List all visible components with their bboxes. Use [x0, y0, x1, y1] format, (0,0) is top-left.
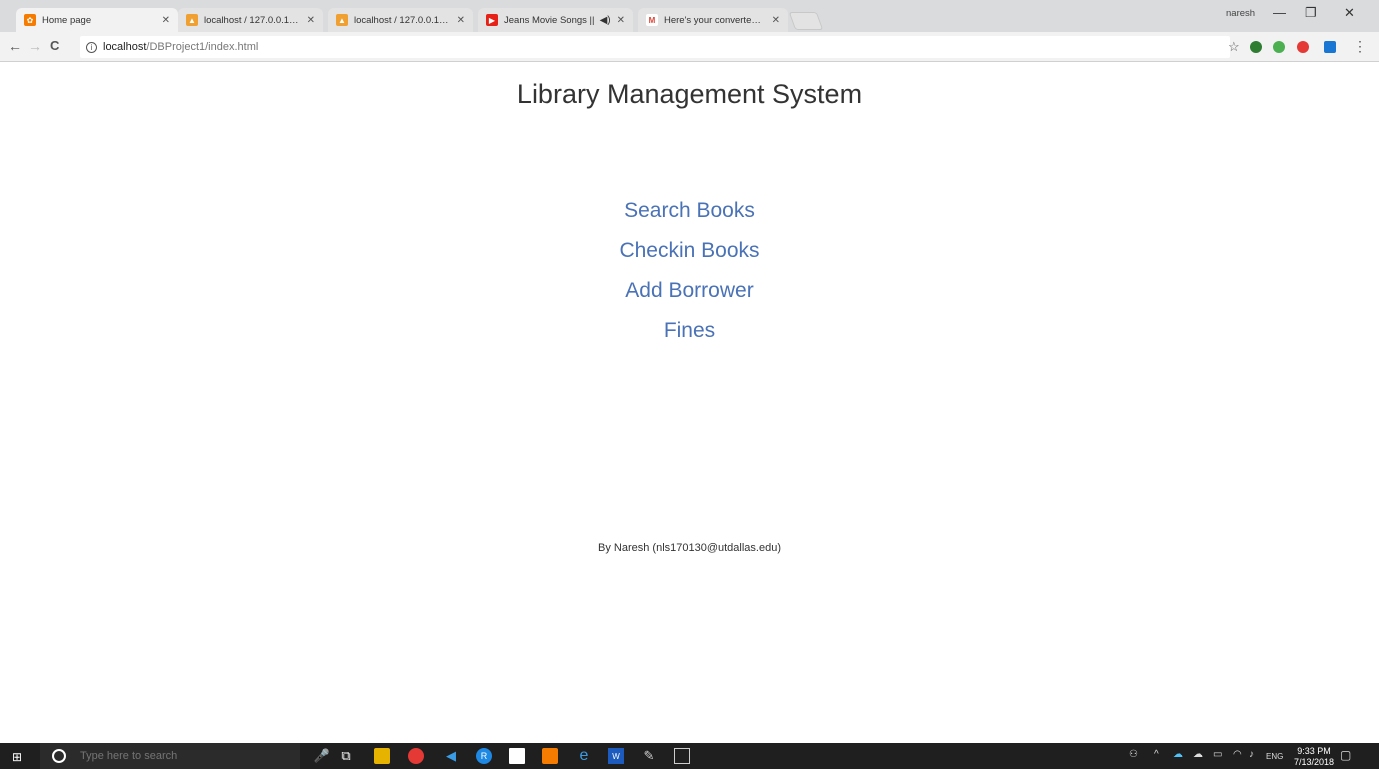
close-tab-icon[interactable]: ✕: [617, 15, 625, 26]
profile-name[interactable]: naresh: [1226, 8, 1255, 19]
tab-title: localhost / 127.0.0.1 / bo: [204, 14, 301, 26]
cortana-icon[interactable]: [52, 749, 66, 763]
minimize-icon[interactable]: —: [1273, 5, 1286, 20]
url-host: localhost: [103, 41, 147, 53]
file-explorer-icon[interactable]: [374, 748, 390, 764]
phpmyadmin-icon: ▲: [186, 14, 198, 26]
tab-home-page[interactable]: ✿ Home page ✕: [16, 8, 178, 32]
tab-localhost-1[interactable]: ▲ localhost / 127.0.0.1 / bo ✕: [178, 8, 323, 32]
gmail-icon: M: [646, 14, 658, 26]
forward-arrow-icon[interactable]: →: [28, 38, 42, 54]
command-prompt-icon[interactable]: [674, 748, 690, 764]
extension-evernote-icon[interactable]: [1250, 41, 1262, 53]
xampp-taskbar-icon[interactable]: [542, 748, 558, 764]
tab-gmail[interactable]: M Here's your converted do ✕: [638, 8, 788, 32]
page-content: Library Management System Search Books C…: [0, 63, 1379, 743]
tab-localhost-2[interactable]: ▲ localhost / 127.0.0.1 / bo ✕: [328, 8, 473, 32]
action-center-icon[interactable]: ▢: [1340, 748, 1351, 762]
add-borrower-link[interactable]: Add Borrower: [625, 275, 753, 315]
show-hidden-icons-chevron[interactable]: ^: [1154, 749, 1159, 760]
windows-start-icon[interactable]: ⊞: [12, 750, 22, 764]
edge-icon[interactable]: e: [576, 747, 592, 764]
language-indicator[interactable]: ENG: [1266, 752, 1283, 761]
search-books-link[interactable]: Search Books: [624, 195, 755, 235]
xampp-icon: ✿: [24, 14, 36, 26]
tab-strip: ✿ Home page ✕ ▲ localhost / 127.0.0.1 / …: [0, 0, 1379, 32]
r-studio-icon[interactable]: R: [476, 748, 492, 764]
wifi-icon[interactable]: ◠: [1233, 749, 1242, 760]
extension-adblock-icon[interactable]: [1297, 41, 1309, 53]
taskbar-search-input[interactable]: [80, 750, 260, 762]
taskbar: ⊞ 🎤 ⧉ ◀ R e W ✎ ⚇ ^ ☁ ☁ ▭ ◠ ♪ ENG 9:33 P…: [0, 743, 1379, 769]
close-tab-icon[interactable]: ✕: [162, 15, 170, 26]
paint-icon[interactable]: ✎: [641, 748, 657, 764]
tab-title: localhost / 127.0.0.1 / bo: [354, 14, 451, 26]
onedrive-icon[interactable]: ☁: [1173, 749, 1183, 760]
tab-jeans-movie-songs[interactable]: ▶ Jeans Movie Songs || ◀) ✕: [478, 8, 633, 32]
extension-grammarly-icon[interactable]: [1273, 41, 1285, 53]
word-icon[interactable]: W: [608, 748, 624, 764]
close-tab-icon[interactable]: ✕: [772, 15, 780, 26]
audio-playing-icon[interactable]: ◀): [600, 15, 611, 26]
screen: ✿ Home page ✕ ▲ localhost / 127.0.0.1 / …: [0, 0, 1379, 769]
tab-title: Jeans Movie Songs ||: [504, 14, 595, 26]
address-bar[interactable]: i localhost/DBProject1/index.html: [80, 36, 1230, 58]
sticky-notes-icon[interactable]: [509, 748, 525, 764]
bookmark-star-icon[interactable]: ☆: [1228, 39, 1240, 55]
clock-date: 7/13/2018: [1294, 757, 1335, 767]
page-title: Library Management System: [516, 79, 863, 109]
volume-icon[interactable]: ♪: [1249, 749, 1254, 760]
tab-title: Here's your converted do: [664, 14, 766, 26]
browser-toolbar: ← → C i localhost/DBProject1/index.html …: [0, 32, 1379, 62]
browser-menu-icon[interactable]: ⋮: [1353, 38, 1367, 55]
taskbar-search[interactable]: [40, 743, 300, 769]
system-clock[interactable]: 9:33 PM 7/13/2018: [1294, 746, 1334, 768]
microphone-icon[interactable]: 🎤: [314, 748, 330, 764]
fines-link[interactable]: Fines: [664, 315, 715, 355]
back-arrow-icon[interactable]: ←: [8, 38, 22, 54]
task-view-icon[interactable]: ⧉: [338, 748, 354, 764]
url-path: /DBProject1/index.html: [146, 41, 259, 53]
restore-icon[interactable]: ❐: [1305, 5, 1317, 21]
main-menu: Search Books Checkin Books Add Borrower …: [0, 195, 1379, 355]
new-tab-button[interactable]: [788, 12, 824, 30]
close-tab-icon[interactable]: ✕: [307, 15, 315, 26]
tab-title: Home page: [42, 14, 92, 26]
vscode-icon[interactable]: ◀: [443, 748, 459, 764]
youtube-icon: ▶: [486, 14, 498, 26]
clock-time: 9:33 PM: [1297, 746, 1331, 756]
battery-icon[interactable]: ▭: [1213, 749, 1222, 760]
checkin-books-link[interactable]: Checkin Books: [619, 235, 759, 275]
close-tab-icon[interactable]: ✕: [457, 15, 465, 26]
extension-linkedin-icon[interactable]: [1324, 41, 1336, 53]
phpmyadmin-icon: ▲: [336, 14, 348, 26]
close-window-icon[interactable]: ✕: [1344, 5, 1355, 21]
chrome-icon[interactable]: [408, 748, 424, 764]
info-icon[interactable]: i: [86, 41, 97, 53]
reload-icon[interactable]: C: [50, 38, 59, 53]
people-icon[interactable]: ⚇: [1129, 749, 1138, 760]
footer-credit: By Naresh (nls170130@utdallas.edu): [598, 542, 781, 554]
onedrive-personal-icon[interactable]: ☁: [1193, 749, 1203, 760]
